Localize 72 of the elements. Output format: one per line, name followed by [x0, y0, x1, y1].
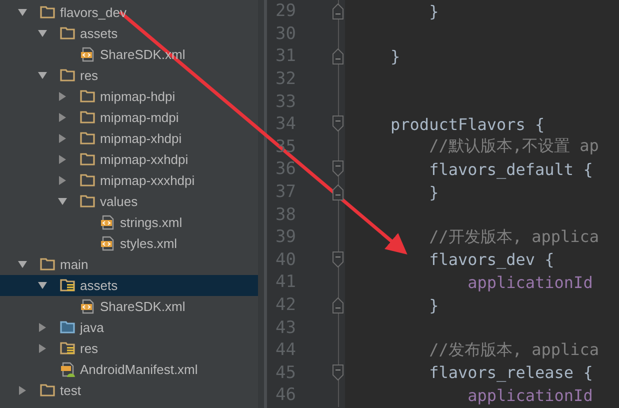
collapsed-caret-icon[interactable]	[58, 134, 67, 143]
tree-item[interactable]: mipmap-xxhdpi	[0, 149, 258, 170]
xml-file-icon	[100, 214, 116, 230]
folder-icon	[80, 88, 96, 104]
folder-icon	[40, 382, 56, 398]
code-text: applicationId	[466, 386, 593, 405]
tree-item[interactable]: mipmap-xxxhdpi	[0, 170, 258, 191]
code-text: }	[428, 296, 439, 315]
tree-item[interactable]: strings.xml	[0, 212, 258, 233]
folder-icon	[60, 68, 76, 84]
tree-item[interactable]: test	[0, 380, 258, 401]
folder-icon	[80, 110, 96, 126]
tree-item[interactable]: mipmap-mdpi	[0, 107, 258, 128]
folder-icon	[80, 130, 96, 146]
expanded-caret-icon[interactable]	[38, 281, 47, 290]
expanded-caret-icon[interactable]	[58, 197, 67, 206]
collapsed-caret-icon[interactable]	[58, 113, 67, 122]
collapsed-caret-icon[interactable]	[38, 344, 47, 353]
code-text: //发布版本, applica	[428, 340, 600, 359]
fold-marker-icon[interactable]	[332, 2, 344, 20]
tree-item[interactable]: values	[0, 191, 258, 212]
fold-marker-icon[interactable]	[332, 160, 344, 178]
tree-item[interactable]: main	[0, 254, 258, 275]
expanded-caret-icon[interactable]	[18, 260, 27, 269]
tree-item[interactable]: mipmap-xhdpi	[0, 128, 258, 149]
code-text: flavors_default {	[428, 160, 593, 179]
fold-marker-icon[interactable]	[332, 115, 344, 134]
folder-icon	[80, 152, 96, 168]
code-text: //默认版本,不设置 ap	[428, 136, 599, 156]
tree-item[interactable]: ShareSDK.xml	[0, 296, 258, 317]
code-text: productFlavors {	[390, 114, 545, 134]
tree-item[interactable]: AndroidManifest.xml	[0, 359, 258, 380]
xml-file-icon	[80, 46, 96, 62]
code-text: applicationId	[466, 272, 593, 292]
tree-item[interactable]: styles.xml	[0, 233, 258, 254]
code-text: }	[390, 46, 400, 66]
code-text: //开发版本, applica	[428, 226, 600, 246]
tree-item[interactable]: res	[0, 65, 258, 86]
collapsed-caret-icon[interactable]	[58, 92, 67, 101]
fold-marker-icon[interactable]	[332, 364, 344, 382]
fold-marker-icon[interactable]	[332, 250, 344, 269]
folder-icon	[60, 26, 76, 42]
fold-marker-icon[interactable]	[332, 296, 344, 314]
folder-icon	[80, 172, 96, 188]
collapsed-caret-icon[interactable]	[58, 176, 67, 185]
code-text: }	[428, 2, 439, 21]
tree-item[interactable]: assets	[0, 275, 258, 296]
expanded-caret-icon[interactable]	[18, 8, 27, 17]
code-text: }	[428, 182, 439, 202]
xml-file-icon	[100, 236, 116, 252]
expanded-caret-icon[interactable]	[38, 71, 47, 80]
tree-item[interactable]: flavors_dev	[0, 2, 258, 23]
xml-file-icon	[80, 298, 96, 314]
collapsed-caret-icon[interactable]	[38, 323, 47, 332]
collapsed-caret-icon[interactable]	[58, 155, 67, 164]
expanded-caret-icon[interactable]	[38, 29, 47, 38]
folder-icon	[40, 4, 56, 20]
tree-item[interactable]: res	[0, 338, 258, 359]
code-text: flavors_release {	[428, 363, 593, 382]
manifest-file-icon	[60, 362, 76, 378]
resource-folder-icon	[60, 340, 76, 356]
tree-item[interactable]: java	[0, 317, 258, 338]
folder-icon	[80, 194, 96, 210]
fold-marker-icon[interactable]	[332, 183, 344, 202]
resource-folder-icon	[60, 278, 76, 294]
tree-item[interactable]: mipmap-hdpi	[0, 86, 258, 107]
collapsed-caret-icon[interactable]	[18, 386, 27, 395]
fold-marker-icon[interactable]	[332, 47, 344, 66]
code-text: flavors_dev {	[428, 250, 554, 270]
tree-item[interactable]: assets	[0, 23, 258, 44]
folder-icon	[40, 256, 56, 272]
folder-icon	[60, 320, 76, 336]
